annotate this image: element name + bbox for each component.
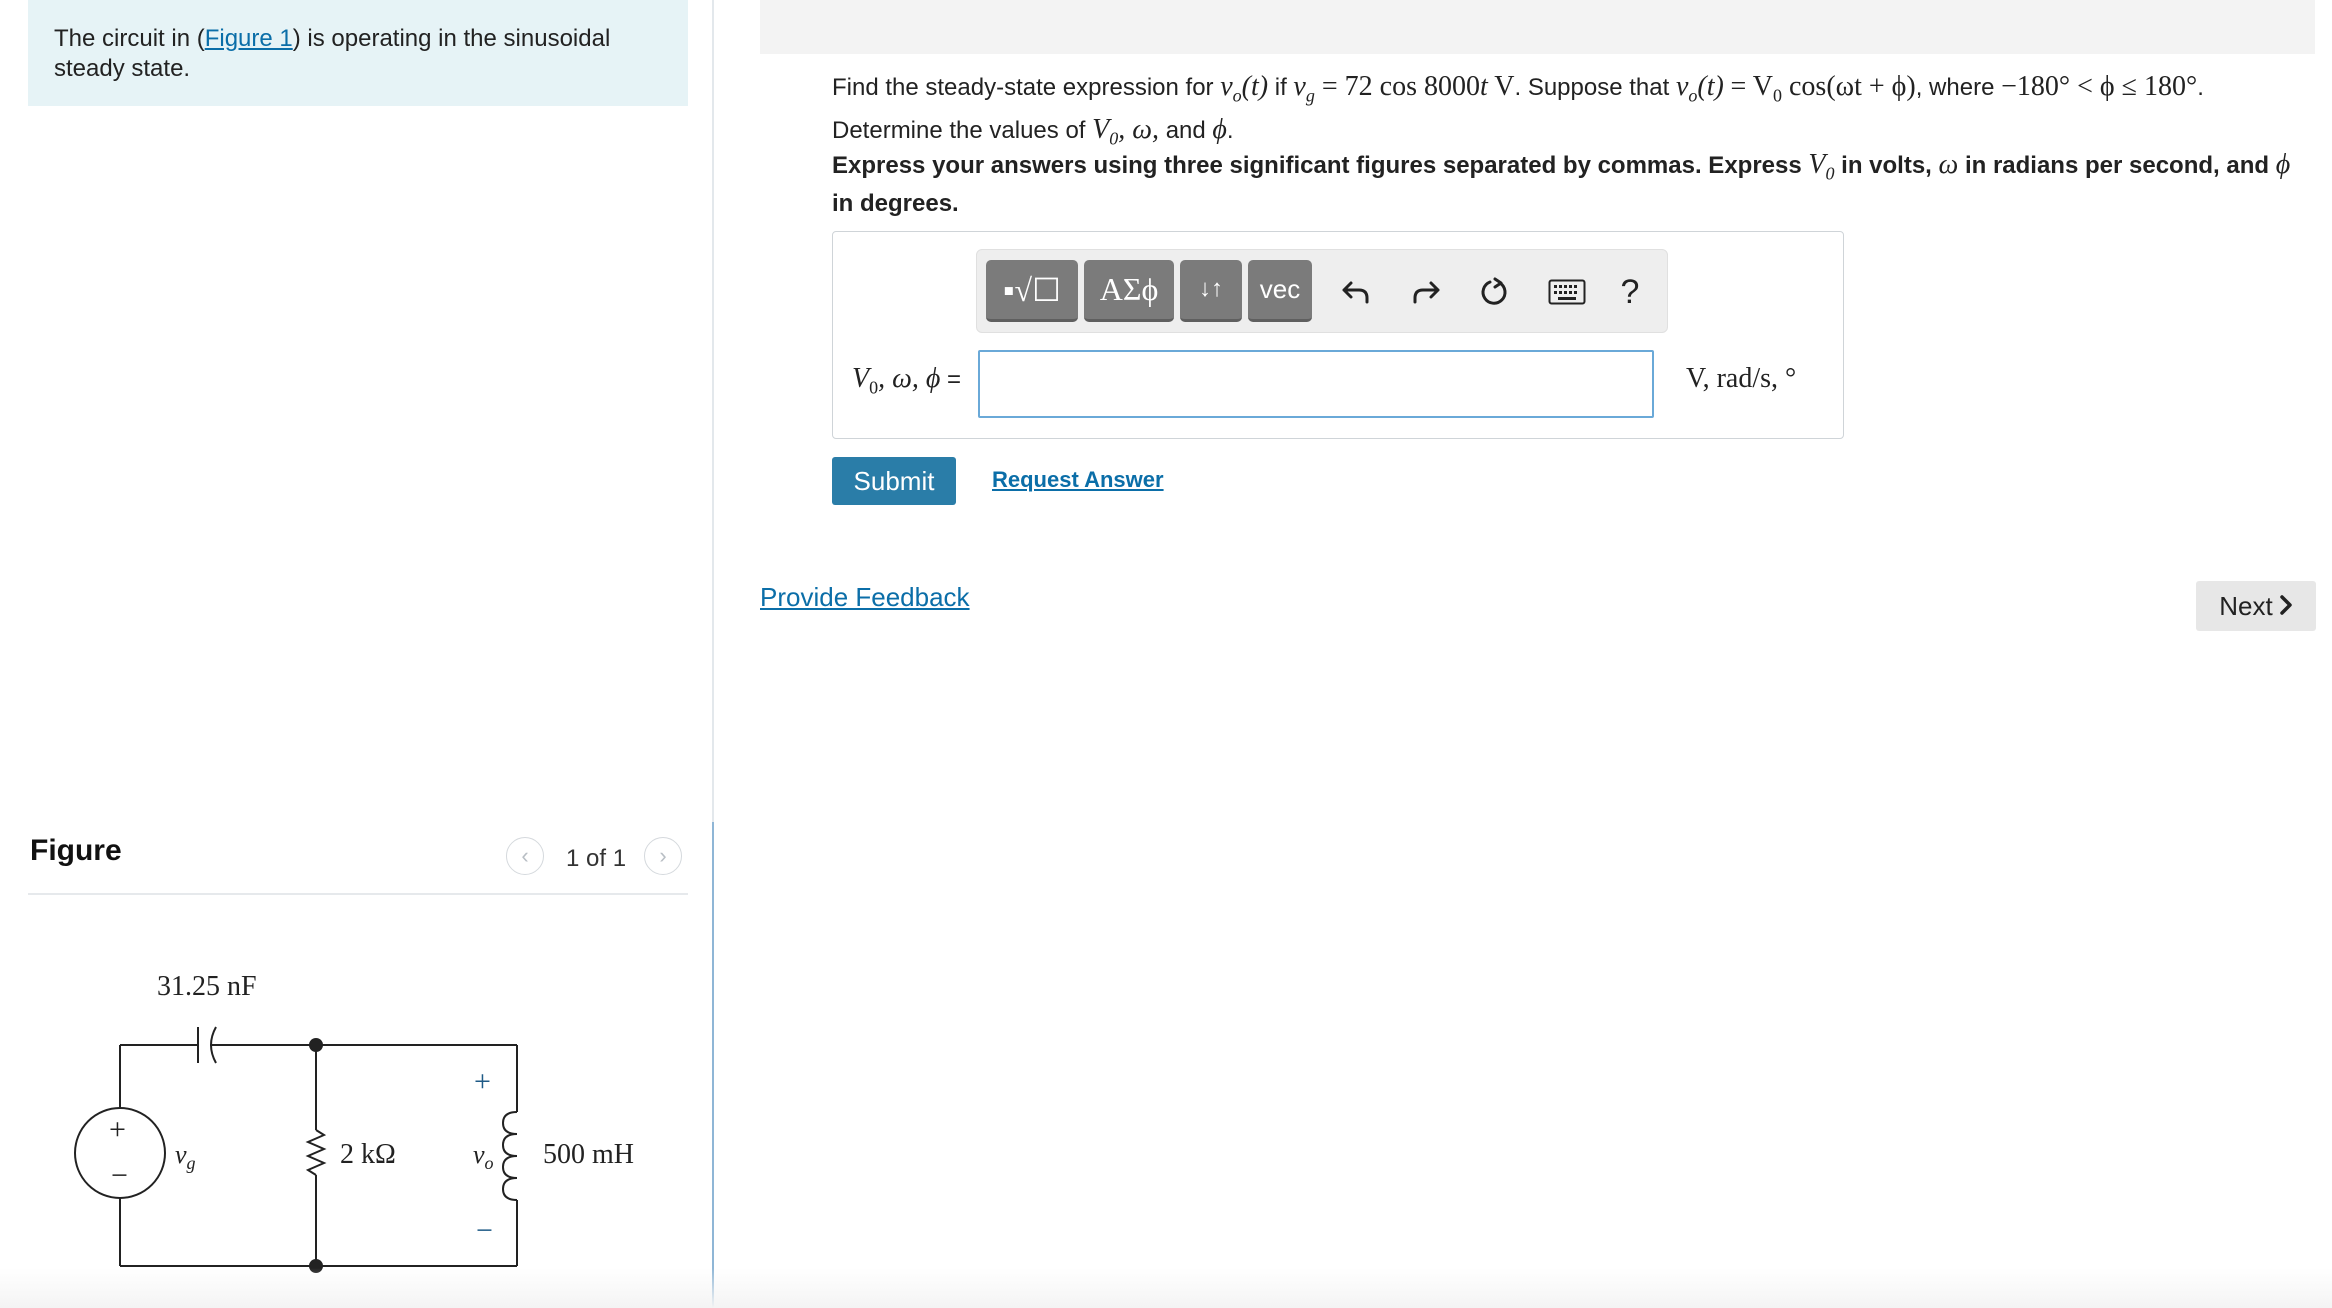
provide-feedback-link[interactable]: Provide Feedback	[760, 582, 970, 613]
instruction-text-part: in degrees.	[832, 189, 959, 217]
keyboard-icon[interactable]	[1540, 272, 1594, 312]
output-plus-sign: +	[474, 1065, 491, 1098]
resistor-label: 2 kΩ	[340, 1139, 396, 1170]
question-text-part: . Suppose that	[1514, 74, 1676, 101]
omega-symbol: ω	[1938, 149, 1959, 180]
time-variable: t	[1479, 71, 1488, 102]
bottom-fade	[0, 1268, 2332, 1308]
question-text-part: Find the steady-state expression for	[832, 74, 1221, 101]
vo-expression: vo(t)	[1220, 71, 1269, 106]
question-text-part: if	[1268, 74, 1294, 101]
chevron-right-icon	[2279, 591, 2293, 622]
help-button[interactable]: ?	[1610, 272, 1650, 312]
problem-intro: The circuit in (Figure 1) is operating i…	[28, 0, 688, 106]
left-panel: The circuit in (Figure 1) is operating i…	[0, 0, 712, 1308]
question-text-part: and	[1159, 116, 1213, 144]
unknowns: V0, ω,	[1092, 113, 1160, 149]
output-voltage-label: vo	[473, 1140, 494, 1173]
previous-figure-button[interactable]: ‹	[506, 837, 544, 875]
source-minus-sign: −	[111, 1159, 128, 1192]
greek-symbols-button[interactable]: ΑΣϕ	[1084, 260, 1174, 322]
question-text-part: .	[1226, 116, 1234, 144]
source-label: vg	[175, 1140, 196, 1173]
figure-link[interactable]: Figure 1	[205, 25, 293, 52]
instruction-text-part: in radians per second, and	[1958, 152, 2276, 179]
vg-value: = 72 cos 8000	[1314, 71, 1480, 102]
capacitor-label: 31.25 nF	[157, 971, 257, 1002]
question-text-part: , where	[1915, 74, 2002, 101]
phi-symbol: ϕ	[1212, 113, 1227, 145]
chevron-right-icon: ›	[659, 843, 667, 868]
submit-button[interactable]: Submit	[832, 457, 956, 505]
output-minus-sign: −	[476, 1214, 493, 1247]
answer-units: V, rad/s, °	[1686, 363, 1797, 394]
figure-divider	[28, 893, 688, 895]
next-button[interactable]: Next	[2196, 581, 2316, 631]
templates-button[interactable]: ▪√☐	[986, 260, 1078, 322]
phase-range: −180° < ϕ ≤ 180°	[2001, 71, 2198, 102]
circuit-diagram: 31.25 nF 2 kΩ 500 mH + − vg vo + −	[74, 971, 634, 1273]
vg-unit: V	[1487, 71, 1515, 102]
source-plus-sign: +	[109, 1113, 126, 1146]
answer-label: V0, ω, ϕ =	[852, 363, 962, 398]
inductor	[501, 1111, 518, 1201]
vo-form: = V0 cos(ωt + ϕ)	[1730, 71, 1916, 106]
resistor	[305, 1129, 327, 1176]
v0-symbol: V0	[1808, 149, 1835, 184]
vg-expression: vg	[1293, 71, 1315, 106]
answer-input[interactable]	[978, 350, 1654, 418]
inductor-label: 500 mH	[543, 1139, 634, 1170]
request-answer-link[interactable]: Request Answer	[992, 467, 1164, 493]
figure-counter: 1 of 1	[566, 845, 627, 872]
column-divider-accent	[712, 822, 714, 1308]
chevron-left-icon: ‹	[521, 843, 529, 868]
vo-expression: vo(t)	[1675, 71, 1724, 106]
figure-title: Figure	[30, 834, 122, 867]
instruction-text-part: in volts,	[1834, 152, 1939, 179]
intro-text-before: The circuit in (	[54, 25, 205, 52]
vector-button[interactable]: vec	[1248, 260, 1312, 322]
undo-icon[interactable]	[1336, 272, 1376, 312]
answer-instructions: Express your answers using three signifi…	[832, 150, 2302, 219]
redo-icon[interactable]	[1406, 272, 1446, 312]
arrows-button[interactable]: ↓↑	[1180, 260, 1242, 322]
next-figure-button[interactable]: ›	[644, 837, 682, 875]
next-button-label: Next	[2219, 590, 2273, 621]
question-text: Find the steady-state expression for vo(…	[832, 70, 2292, 155]
phi-symbol: ϕ	[2275, 149, 2291, 180]
part-header	[760, 0, 2315, 54]
instruction-text-part: Express your answers using three signifi…	[832, 152, 1809, 179]
reset-icon[interactable]	[1474, 272, 1514, 312]
node-dot	[309, 1038, 323, 1052]
